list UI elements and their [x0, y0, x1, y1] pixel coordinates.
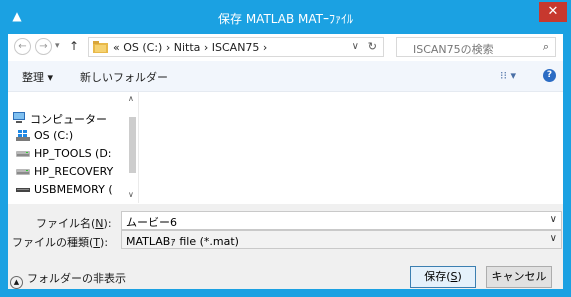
- browser-pane: コンピューター OS (C:) HP_TOOLS (D: HP_RECOVERY…: [8, 92, 563, 203]
- usb-drive-icon: [16, 188, 30, 192]
- back-button[interactable]: ←: [14, 38, 31, 55]
- cancel-button[interactable]: キャンセル: [486, 266, 552, 288]
- filename-value: ムービー6: [126, 216, 177, 229]
- navigation-pane[interactable]: コンピューター OS (C:) HP_TOOLS (D: HP_RECOVERY…: [8, 92, 139, 203]
- new-folder-button[interactable]: 新しいフォルダー: [80, 69, 168, 85]
- back-arrow-icon: ←: [18, 41, 27, 52]
- title-bar[interactable]: ▲ 保存 MATLAB MATｰﾌｧｲﾙ ✕: [0, 0, 571, 34]
- file-list-area[interactable]: [139, 92, 563, 203]
- nav-item-label: OS (C:): [34, 129, 74, 142]
- nav-item-label: USBMEMORY (: [34, 183, 113, 196]
- up-folder-icon[interactable]: ↑: [69, 39, 79, 53]
- computer-icon: [13, 112, 25, 123]
- hide-folders-button[interactable]: ▲ フォルダーの非表示: [10, 270, 126, 289]
- nav-item-label: HP_TOOLS (D:: [34, 147, 112, 160]
- window-title: 保存 MATLAB MATｰﾌｧｲﾙ: [218, 12, 353, 26]
- help-icon[interactable]: ?: [543, 69, 556, 82]
- breadcrumb[interactable]: « OS (C:) › Nitta › ISCAN75 ›: [113, 41, 267, 54]
- organize-menu[interactable]: 整理 ▾: [22, 69, 53, 85]
- nav-scrollbar[interactable]: ∧ ∨: [127, 92, 138, 203]
- filetype-select[interactable]: MATLABｧ file (*.mat) ∨: [121, 230, 562, 249]
- save-button[interactable]: 保存(S): [410, 266, 476, 288]
- nav-item-label: コンピューター: [30, 113, 107, 126]
- refresh-icon[interactable]: ↻: [368, 40, 377, 53]
- scroll-up-arrow-icon[interactable]: ∧: [128, 94, 134, 103]
- collapse-icon: ▲: [10, 276, 23, 289]
- history-dropdown-icon[interactable]: ▾: [55, 41, 60, 51]
- windows-drive-icon: [16, 130, 30, 141]
- address-bar[interactable]: « OS (C:) › Nitta › ISCAN75 › ∨ ↻: [88, 37, 384, 57]
- search-icon[interactable]: ⌕: [543, 40, 549, 54]
- drive-icon: [16, 151, 30, 157]
- forward-arrow-icon: →: [39, 41, 48, 52]
- command-toolbar: 整理 ▾ 新しいフォルダー ⁝⁝ ▾ ?: [8, 61, 563, 92]
- filetype-label: ファイルの種類(T):: [12, 236, 109, 249]
- search-placeholder: ISCAN75の検索: [413, 43, 494, 56]
- filename-label: ファイル名(N):: [36, 217, 112, 230]
- dialog-client-area: ← → ▾ ↑ « OS (C:) › Nitta › ISCAN75 › ∨ …: [8, 34, 563, 289]
- scroll-down-arrow-icon[interactable]: ∨: [128, 190, 134, 199]
- address-row: ← → ▾ ↑ « OS (C:) › Nitta › ISCAN75 › ∨ …: [8, 34, 563, 60]
- save-dialog-window: ▲ 保存 MATLAB MATｰﾌｧｲﾙ ✕ ← → ▾ ↑ « OS (C:)…: [0, 0, 571, 297]
- filename-input[interactable]: ムービー6 ∨: [121, 211, 562, 230]
- address-dropdown-icon[interactable]: ∨: [352, 41, 359, 52]
- view-options-icon[interactable]: ⁝⁝ ▾: [500, 69, 516, 82]
- scrollbar-thumb[interactable]: [129, 117, 136, 173]
- folder-icon: [93, 41, 108, 53]
- forward-button[interactable]: →: [35, 38, 52, 55]
- close-button[interactable]: ✕: [539, 2, 567, 22]
- dialog-footer: ファイル名(N): ムービー6 ∨ ファイルの種類(T): MATLABｧ fi…: [8, 204, 563, 289]
- drive-icon: [16, 169, 30, 175]
- nav-item-label: HP_RECOVERY: [34, 165, 114, 178]
- filename-dropdown-icon[interactable]: ∨: [550, 214, 557, 225]
- search-box[interactable]: ISCAN75の検索 ⌕: [396, 37, 556, 57]
- hide-folders-label: フォルダーの非表示: [27, 272, 126, 285]
- filetype-dropdown-icon[interactable]: ∨: [550, 233, 557, 244]
- filetype-value: MATLABｧ file (*.mat): [126, 235, 239, 248]
